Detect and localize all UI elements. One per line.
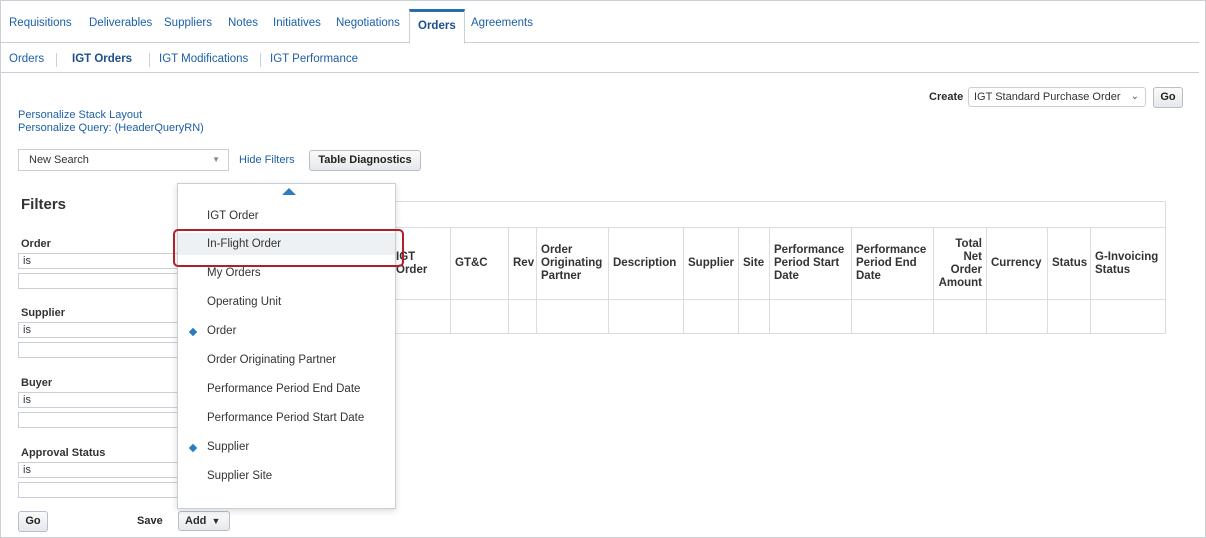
selected-diamond-icon bbox=[188, 327, 198, 337]
col-header-total-net-order-amount[interactable]: Total Net Order Amount bbox=[934, 227, 987, 300]
menu-item-order[interactable]: Order bbox=[178, 320, 395, 342]
table-cell bbox=[391, 300, 451, 334]
subtab-divider bbox=[149, 53, 150, 67]
add-filter-menu: IGT Order In-Flight Order My Orders Oper… bbox=[177, 183, 396, 509]
menu-item-label: Operating Unit bbox=[207, 296, 282, 308]
menu-item-in-flight-order[interactable]: In-Flight Order bbox=[178, 233, 395, 255]
filter-value-supplier[interactable] bbox=[18, 342, 186, 358]
chevron-down-icon: ⌄ bbox=[1130, 91, 1139, 102]
filter-operator-approval-status[interactable]: is bbox=[18, 462, 186, 478]
selected-diamond-icon bbox=[188, 443, 198, 453]
subtab-divider bbox=[260, 53, 261, 67]
menu-item-label: Supplier bbox=[207, 441, 250, 453]
table-cell bbox=[770, 300, 852, 334]
table-cell bbox=[451, 300, 509, 334]
menu-caret-up-icon bbox=[282, 188, 296, 195]
menu-item-label: Order Originating Partner bbox=[207, 354, 337, 366]
tab-notes[interactable]: Notes bbox=[228, 17, 258, 29]
menu-item-my-orders[interactable]: My Orders bbox=[178, 262, 395, 284]
filter-operator-order[interactable]: is bbox=[18, 253, 186, 269]
tab-suppliers[interactable]: Suppliers bbox=[164, 17, 212, 29]
menu-item-performance-period-end-date[interactable]: Performance Period End Date bbox=[178, 378, 395, 400]
col-header-igt-order[interactable]: IGT Order bbox=[391, 227, 451, 300]
col-header-description[interactable]: Description bbox=[609, 227, 684, 300]
filter-operator-buyer[interactable]: is bbox=[18, 392, 186, 408]
tab-deliverables[interactable]: Deliverables bbox=[89, 17, 152, 29]
add-filter-label: Add bbox=[185, 515, 207, 527]
dropdown-triangle-icon: ▼ bbox=[212, 155, 220, 164]
tab-orders[interactable]: Orders bbox=[409, 9, 465, 44]
menu-item-label: IGT Order bbox=[207, 210, 259, 222]
saved-search-value: New Search bbox=[29, 154, 89, 166]
col-header-rev[interactable]: Rev bbox=[509, 227, 537, 300]
filter-label-order: Order bbox=[21, 238, 51, 250]
filter-label-buyer: Buyer bbox=[21, 377, 53, 389]
subtab-igt-modifications[interactable]: IGT Modifications bbox=[159, 53, 248, 65]
tab-requisitions[interactable]: Requisitions bbox=[9, 17, 72, 29]
table-diagnostics-button[interactable]: Table Diagnostics bbox=[309, 150, 421, 171]
personalize-query-link[interactable]: Personalize Query: (HeaderQueryRN) bbox=[18, 122, 204, 134]
table-cell bbox=[684, 300, 739, 334]
menu-item-label: My Orders bbox=[207, 267, 261, 279]
col-header-performance-period-end-date[interactable]: Performance Period End Date bbox=[852, 227, 934, 300]
table-cell bbox=[987, 300, 1048, 334]
hide-filters-link[interactable]: Hide Filters bbox=[239, 154, 295, 166]
create-go-button[interactable]: Go bbox=[1153, 87, 1183, 108]
saved-search-select[interactable]: New Search ▼ bbox=[18, 149, 229, 171]
col-header-g-invoicing-status[interactable]: G-Invoicing Status bbox=[1091, 227, 1166, 300]
filters-title: Filters bbox=[21, 196, 67, 213]
table-cell bbox=[1091, 300, 1166, 334]
col-header-gtc[interactable]: GT&C bbox=[451, 227, 509, 300]
tab-negotiations[interactable]: Negotiations bbox=[336, 17, 400, 29]
table-toolbar bbox=[391, 201, 1166, 227]
menu-item-igt-order[interactable]: IGT Order bbox=[178, 205, 395, 227]
col-header-supplier[interactable]: Supplier bbox=[684, 227, 739, 300]
filters-save-button[interactable]: Save bbox=[137, 515, 163, 527]
table-cell bbox=[739, 300, 770, 334]
table-cell bbox=[852, 300, 934, 334]
filter-value-approval-status[interactable] bbox=[18, 482, 186, 498]
tab-initiatives[interactable]: Initiatives bbox=[273, 17, 321, 29]
menu-item-order-originating-partner[interactable]: Order Originating Partner bbox=[178, 349, 395, 371]
menu-item-label: Supplier Site bbox=[207, 470, 273, 482]
menu-item-label: Performance Period Start Date bbox=[207, 412, 365, 424]
filter-operator-supplier[interactable]: is bbox=[18, 322, 186, 338]
add-filter-button[interactable]: Add ▼ bbox=[178, 511, 230, 531]
filter-label-supplier: Supplier bbox=[21, 307, 66, 319]
page-frame: Requisitions Deliverables Suppliers Note… bbox=[0, 0, 1206, 538]
sub-tab-bar: Orders IGT Orders IGT Modifications IGT … bbox=[1, 43, 1199, 73]
filter-label-approval-status: Approval Status bbox=[21, 447, 106, 459]
menu-item-label: In-Flight Order bbox=[207, 238, 282, 250]
table-cell bbox=[509, 300, 537, 334]
tab-agreements[interactable]: Agreements bbox=[471, 17, 533, 29]
filter-value-buyer[interactable] bbox=[18, 412, 186, 428]
col-header-order-originating-partner[interactable]: Order Originating Partner bbox=[537, 227, 609, 300]
create-document-select[interactable]: IGT Standard Purchase Order ⌄ bbox=[968, 87, 1146, 107]
menu-item-performance-period-start-date[interactable]: Performance Period Start Date bbox=[178, 407, 395, 429]
table-cell bbox=[934, 300, 987, 334]
personalize-stack-layout-link[interactable]: Personalize Stack Layout bbox=[18, 109, 142, 121]
create-select-value: IGT Standard Purchase Order bbox=[974, 91, 1121, 103]
col-header-performance-period-start-date[interactable]: Performance Period Start Date bbox=[770, 227, 852, 300]
menu-item-label: Order bbox=[207, 325, 237, 337]
subtab-igt-orders[interactable]: IGT Orders bbox=[72, 53, 132, 65]
subtab-divider bbox=[56, 53, 57, 67]
table-cell bbox=[609, 300, 684, 334]
subtab-igt-performance[interactable]: IGT Performance bbox=[270, 53, 358, 65]
filter-value-order[interactable] bbox=[18, 273, 186, 289]
menu-item-operating-unit[interactable]: Operating Unit bbox=[178, 291, 395, 313]
menu-item-supplier-site[interactable]: Supplier Site bbox=[178, 465, 395, 487]
table-cell bbox=[537, 300, 609, 334]
table-cell bbox=[1048, 300, 1091, 334]
filters-go-button[interactable]: Go bbox=[18, 511, 48, 532]
create-label: Create bbox=[929, 91, 964, 103]
menu-item-supplier[interactable]: Supplier bbox=[178, 436, 395, 458]
caret-down-icon: ▼ bbox=[211, 516, 221, 526]
col-header-status[interactable]: Status bbox=[1048, 227, 1091, 300]
top-tab-bar: Requisitions Deliverables Suppliers Note… bbox=[1, 9, 1199, 44]
col-header-currency[interactable]: Currency bbox=[987, 227, 1048, 300]
subtab-orders[interactable]: Orders bbox=[9, 53, 44, 65]
col-header-site[interactable]: Site bbox=[739, 227, 770, 300]
menu-item-label: Performance Period End Date bbox=[207, 383, 361, 395]
